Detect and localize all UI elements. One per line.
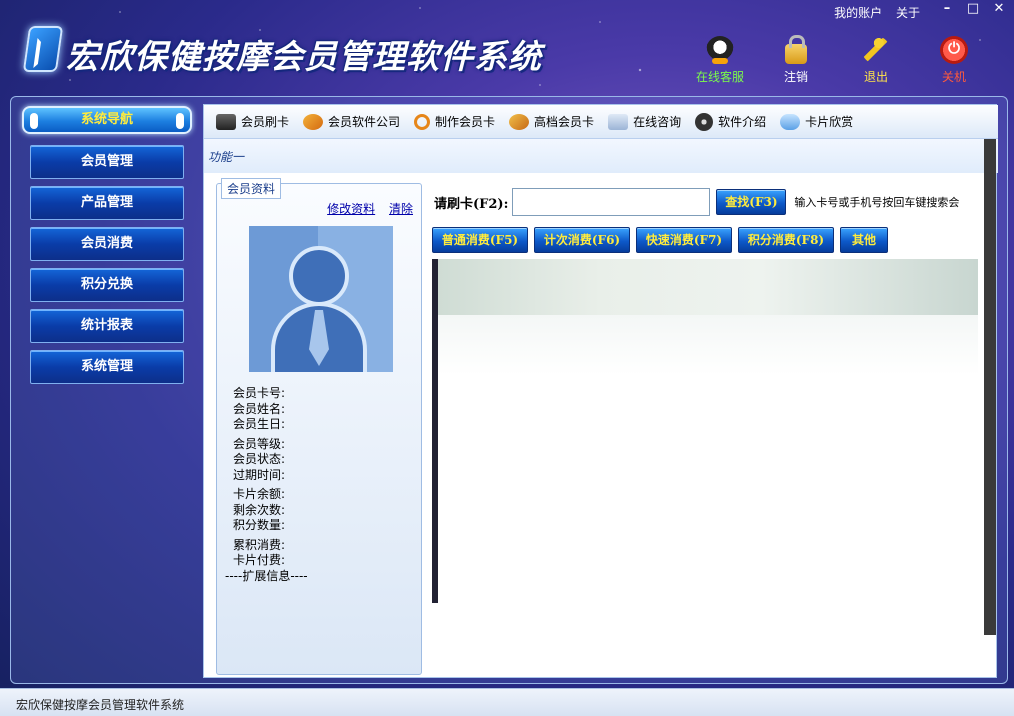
- hand-icon: [303, 113, 324, 130]
- clear-member-link[interactable]: 清除: [389, 202, 413, 216]
- toolbar-label: 软件介绍: [718, 115, 767, 129]
- field-total-consume: 累积消费:: [233, 537, 286, 552]
- field-expire: 过期时间:: [233, 467, 286, 482]
- my-account-link[interactable]: 我的账户: [834, 6, 882, 20]
- exit-label: 退出: [863, 70, 888, 84]
- qq-icon: [706, 36, 734, 64]
- other-consume-button[interactable]: 其他: [840, 227, 888, 253]
- nav-statistics-report[interactable]: 统计报表: [30, 309, 184, 343]
- consume-buttons: 普通消费(F5) 计次消费(F6) 快速消费(F7) 积分消费(F8) 其他: [432, 227, 888, 253]
- toolbar-member-swipe[interactable]: 会员刷卡: [216, 113, 289, 130]
- search-hint: 输入卡号或手机号按回车键搜索会: [794, 196, 960, 209]
- toolbar-label: 会员刷卡: [241, 115, 290, 129]
- window-controls: – □ ✕: [938, 2, 1008, 18]
- sidebar-header: 系统导航: [22, 106, 192, 134]
- nav-product-management[interactable]: 产品管理: [30, 186, 184, 220]
- member-info-legend: 会员资料: [221, 178, 282, 199]
- online-service-label: 在线客服: [695, 70, 744, 84]
- normal-consume-button[interactable]: 普通消费(F5): [432, 227, 528, 253]
- refresh-ring-icon: [414, 113, 431, 130]
- field-points: 积分数量:: [233, 518, 286, 532]
- edit-member-link[interactable]: 修改资料: [327, 202, 375, 216]
- member-info-panel: 会员资料 修改资料 清除 会员卡号: 会员姓名: 会员生日: 会员等级: 会员状…: [216, 178, 422, 675]
- running-man-icon: [862, 36, 890, 64]
- top-links: 我的账户 关于: [824, 4, 920, 21]
- nav-member-consumption[interactable]: 会员消费: [30, 227, 184, 261]
- avatar-head: [289, 246, 349, 306]
- field-card-no: 会员卡号:: [233, 386, 286, 400]
- field-card-paid: 卡片付费:: [233, 553, 286, 567]
- field-balance: 卡片余额:: [233, 487, 286, 501]
- disc-icon: [695, 112, 714, 131]
- top-tools: 在线客服 注销 退出 关机: [690, 35, 1000, 88]
- toolbar-label: 会员软件公司: [328, 115, 401, 129]
- card-reader-icon: [216, 113, 236, 130]
- search-button[interactable]: 查找(F3): [716, 189, 787, 215]
- field-status: 会员状态:: [233, 452, 286, 466]
- toolbar-label: 卡片欣赏: [805, 115, 854, 129]
- toolbar-card-gallery[interactable]: 卡片欣赏: [780, 113, 853, 130]
- count-consume-button[interactable]: 计次消费(F6): [534, 227, 630, 253]
- minimize-button[interactable]: –: [938, 2, 956, 18]
- field-extension-info: ----扩展信息----: [225, 568, 308, 583]
- viewer-fade: [438, 315, 978, 375]
- nav-member-management[interactable]: 会员管理: [30, 145, 184, 179]
- swipe-row: 请刷卡(F2): 查找(F3) 输入卡号或手机号按回车键搜索会: [434, 188, 959, 216]
- mail-icon: [608, 113, 629, 130]
- field-birthday: 会员生日:: [233, 417, 286, 431]
- vertical-scrollbar[interactable]: [984, 139, 996, 635]
- shutdown-button[interactable]: 关机: [924, 36, 984, 85]
- cloud-icon: [780, 113, 801, 130]
- field-name: 会员姓名:: [233, 401, 286, 416]
- logout-button[interactable]: 注销: [766, 35, 826, 85]
- toolbar-software-company[interactable]: 会员软件公司: [303, 113, 400, 130]
- toolbar-label: 制作会员卡: [435, 115, 496, 129]
- shutdown-label: 关机: [941, 70, 966, 84]
- online-service-button[interactable]: 在线客服: [690, 36, 750, 85]
- toolbar-premium-card[interactable]: 高档会员卡: [509, 113, 594, 130]
- hand-card-icon: [509, 113, 530, 130]
- nav-system-management[interactable]: 系统管理: [30, 350, 184, 384]
- member-fields: 会员卡号: 会员姓名: 会员生日: 会员等级: 会员状态: 过期时间: 卡片余额…: [225, 386, 308, 584]
- app-logo-icon: [22, 26, 64, 72]
- viewer-banner-image: [438, 259, 978, 315]
- status-bar: 宏欣保健按摩会员管理软件系统: [0, 688, 1014, 716]
- about-link[interactable]: 关于: [896, 6, 920, 20]
- exit-button[interactable]: 退出: [846, 36, 906, 85]
- app-title: 宏欣保健按摩会员管理软件系统: [66, 37, 542, 76]
- swipe-label: 请刷卡(F2):: [434, 196, 509, 212]
- field-remaining: 剩余次数:: [233, 502, 286, 517]
- toolbar-make-card[interactable]: 制作会员卡: [414, 113, 495, 130]
- title-bar: 宏欣保健按摩会员管理软件系统 我的账户 关于 – □ ✕ 在线客服 注销 退出 …: [0, 0, 1014, 96]
- close-button[interactable]: ✕: [990, 2, 1008, 18]
- member-links: 修改资料 清除: [317, 200, 413, 217]
- content-area: 会员刷卡 会员软件公司 制作会员卡 高档会员卡 在线咨询 软件介绍 卡片欣赏 功…: [203, 104, 998, 678]
- field-level: 会员等级:: [233, 436, 286, 451]
- card-number-input[interactable]: [512, 188, 711, 216]
- nav-points-exchange[interactable]: 积分兑换: [30, 268, 184, 302]
- toolbar: 会员刷卡 会员软件公司 制作会员卡 高档会员卡 在线咨询 软件介绍 卡片欣赏: [204, 105, 998, 139]
- lock-icon: [785, 35, 807, 64]
- function-tab[interactable]: 功能一: [204, 139, 998, 173]
- content-viewer: [432, 259, 978, 603]
- toolbar-label: 在线咨询: [633, 115, 682, 129]
- quick-consume-button[interactable]: 快速消费(F7): [636, 227, 732, 253]
- toolbar-label: 高档会员卡: [534, 115, 595, 129]
- toolbar-software-intro[interactable]: 软件介绍: [695, 112, 767, 131]
- power-icon: [940, 36, 968, 64]
- maximize-button[interactable]: □: [964, 2, 982, 18]
- avatar: [249, 226, 393, 372]
- toolbar-online-consult[interactable]: 在线咨询: [608, 113, 681, 130]
- logout-label: 注销: [783, 70, 808, 84]
- points-consume-button[interactable]: 积分消费(F8): [738, 227, 834, 253]
